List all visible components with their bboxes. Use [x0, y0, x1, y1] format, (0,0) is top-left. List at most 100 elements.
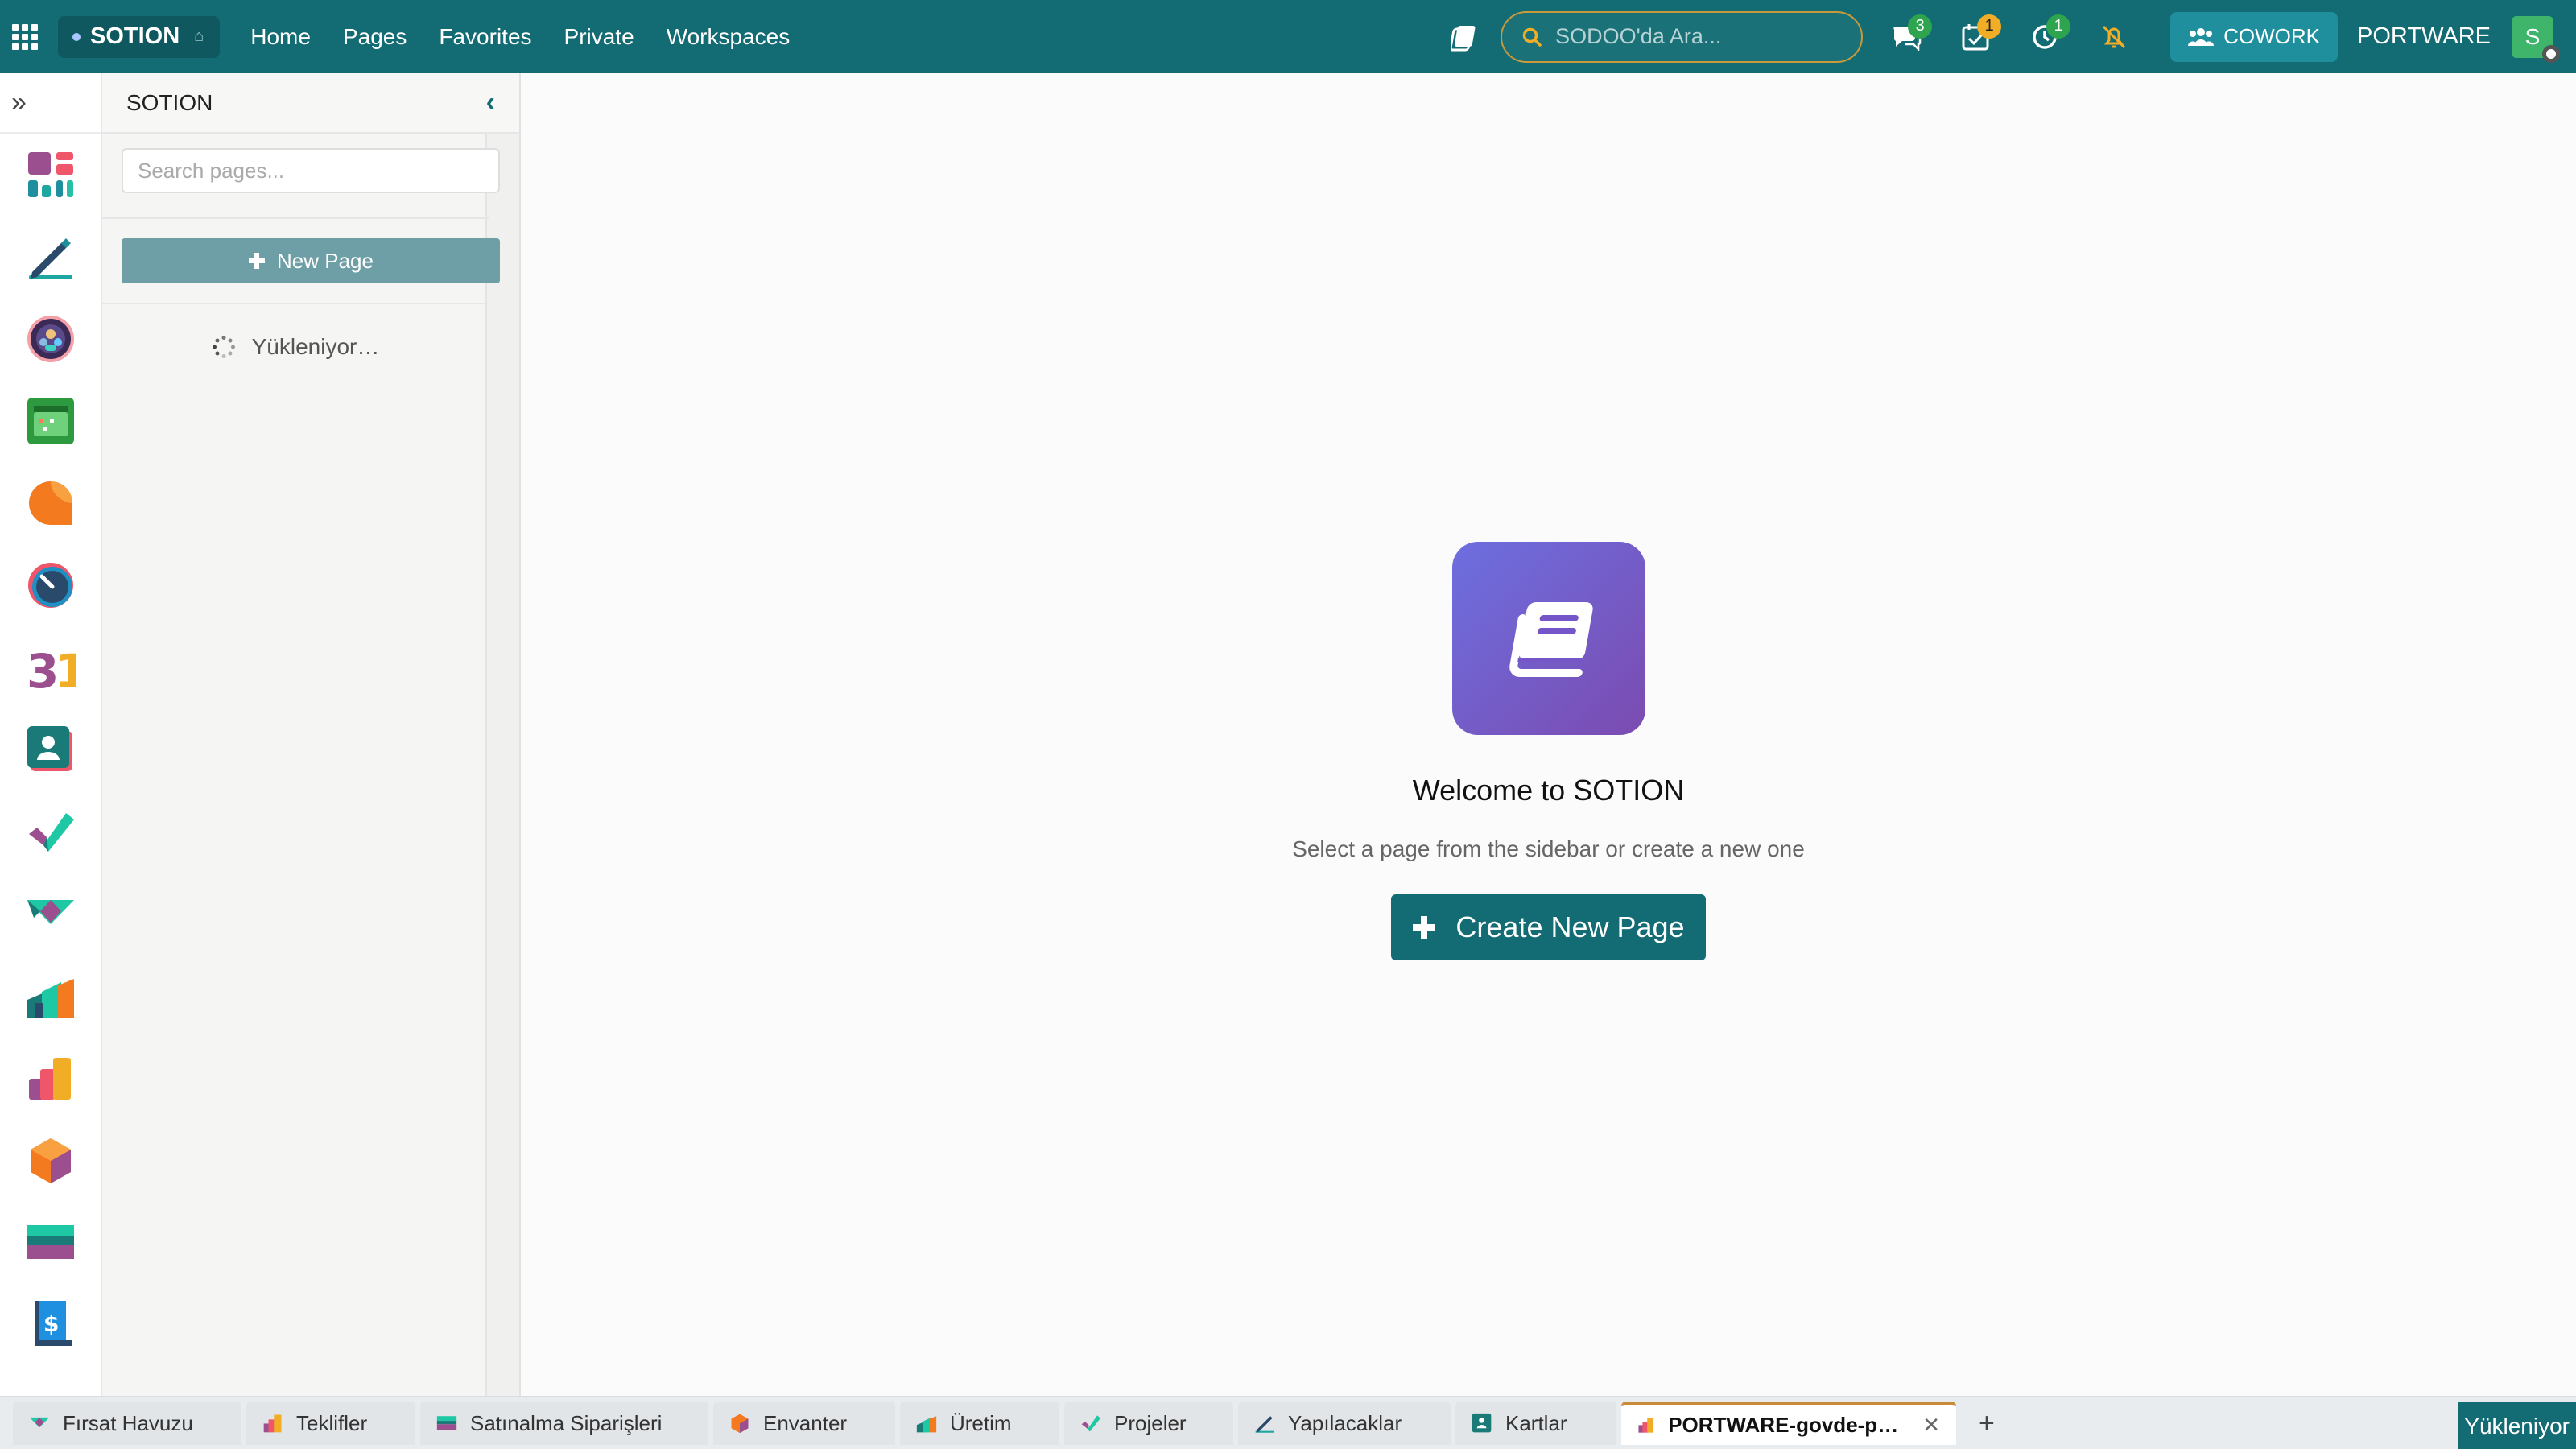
- tab-projeler[interactable]: Projeler: [1064, 1402, 1233, 1445]
- handshake-icon: [29, 1417, 50, 1428]
- hero-book-graphic: [1509, 601, 1593, 677]
- tab-label: Üretim: [950, 1410, 1012, 1435]
- search-pages-input[interactable]: [122, 148, 500, 193]
- main-content: Welcome to SOTION Select a page from the…: [521, 73, 2576, 1396]
- rail-app-invoice[interactable]: $: [0, 1283, 101, 1365]
- bell-slash-icon: [2103, 25, 2126, 48]
- search-placeholder: SODOO'da Ara...: [1555, 24, 1722, 48]
- rail-app-purchase[interactable]: [0, 1201, 101, 1283]
- nav-home[interactable]: Home: [234, 0, 327, 73]
- tab-label: Yapılacaklar: [1288, 1410, 1402, 1435]
- rail-app-contacts[interactable]: [0, 708, 101, 791]
- manufacturing-icon: [27, 979, 74, 1018]
- home-icon: ⌂: [194, 27, 204, 45]
- create-new-page-button[interactable]: Create New Page: [1391, 894, 1706, 960]
- book-icon[interactable]: [1451, 21, 1483, 53]
- spinner-icon: [212, 336, 235, 358]
- company-switcher[interactable]: PORTWARE: [2357, 23, 2491, 50]
- tab-uretim[interactable]: Üretim: [900, 1402, 1059, 1445]
- tab-label: Fırsat Havuzu: [63, 1410, 193, 1435]
- sidebar-actions: New Page: [102, 219, 500, 304]
- tab-teklifler[interactable]: Teklifler: [246, 1402, 415, 1445]
- nav-workspaces[interactable]: Workspaces: [650, 0, 807, 73]
- nav-private[interactable]: Private: [548, 0, 650, 73]
- timer-button[interactable]: 1: [2021, 13, 2071, 61]
- tab-firsat-havuzu[interactable]: Fırsat Havuzu: [13, 1402, 242, 1445]
- svg-text:1: 1: [55, 644, 76, 692]
- speedometer-icon: [27, 563, 73, 608]
- team-icon: [27, 316, 74, 362]
- window-tabbar: Fırsat Havuzu Teklifler Satınalma Sipari…: [0, 1396, 2576, 1449]
- activities-badge: 1: [1977, 14, 2002, 39]
- calendar-31-icon: 3 1: [27, 644, 76, 692]
- purchase-icon: [27, 1225, 74, 1259]
- notifications-button[interactable]: [2090, 13, 2138, 61]
- tab-label: Kartlar: [1505, 1410, 1567, 1435]
- cowork-label: COWORK: [2223, 24, 2321, 48]
- inventory-icon: [731, 1414, 749, 1434]
- tab-label: Projeler: [1114, 1410, 1187, 1435]
- avatar-initial: S: [2524, 23, 2541, 49]
- add-tab-button[interactable]: +: [1979, 1408, 1995, 1439]
- app-menu-button[interactable]: [0, 0, 50, 73]
- invoice-icon: $: [35, 1301, 72, 1346]
- create-new-page-label: Create New Page: [1455, 910, 1685, 943]
- expand-rail-button[interactable]: »: [0, 73, 101, 134]
- nav-favorites[interactable]: Favorites: [423, 0, 547, 73]
- rail-app-inventory[interactable]: [0, 1119, 101, 1201]
- messages-button[interactable]: 3: [1882, 13, 1933, 61]
- rail-app-crm[interactable]: [0, 873, 101, 955]
- collapse-sidebar-icon[interactable]: ‹: [486, 87, 495, 118]
- tab-label: Satınalma Siparişleri: [470, 1410, 663, 1435]
- users-icon: [2188, 27, 2215, 46]
- tab-yapilacaklar[interactable]: Yapılacaklar: [1238, 1402, 1451, 1445]
- global-search[interactable]: SODOO'da Ara...: [1501, 10, 1864, 63]
- tab-envanter[interactable]: Envanter: [713, 1402, 895, 1445]
- messages-badge: 3: [1908, 14, 1933, 39]
- pen-icon: [1255, 1416, 1274, 1433]
- rail-app-manufacturing[interactable]: [0, 955, 101, 1037]
- inventory-icon: [30, 1138, 71, 1183]
- contacts-icon: [27, 726, 72, 771]
- rail-app-calendar-31[interactable]: 3 1: [0, 626, 101, 708]
- rail-app-sales[interactable]: [0, 1037, 101, 1119]
- sales-icon: [263, 1414, 282, 1433]
- activities-button[interactable]: 1: [1951, 13, 2002, 61]
- rail-app-dashboard[interactable]: [0, 134, 101, 216]
- top-bar: SOTION ⌂ Home Pages Favorites Private Wo…: [0, 0, 2576, 73]
- timer-badge: 1: [2046, 14, 2071, 39]
- tab-label: Teklifler: [296, 1410, 368, 1435]
- loading-indicator: Yükleniyor…: [102, 304, 489, 390]
- sidebar-search-wrap: [102, 134, 500, 219]
- rail-app-discuss[interactable]: [0, 462, 101, 544]
- cowork-button[interactable]: COWORK: [2170, 11, 2339, 62]
- rail-app-team[interactable]: [0, 298, 101, 380]
- status-indicator: [2542, 44, 2560, 63]
- rail-app-speed[interactable]: [0, 544, 101, 626]
- sales-icon: [1638, 1418, 1654, 1433]
- app-brand[interactable]: SOTION ⌂: [58, 15, 221, 58]
- nav-pages[interactable]: Pages: [327, 0, 423, 73]
- purchase-icon: [436, 1416, 457, 1430]
- tab-portware-govde[interactable]: PORTWARE-govde-p… ✕: [1621, 1402, 1956, 1445]
- rail-app-notes[interactable]: [0, 216, 101, 298]
- new-page-label: New Page: [277, 248, 374, 273]
- check-icon: [28, 813, 74, 852]
- check-icon: [1081, 1415, 1101, 1432]
- rail-app-projects[interactable]: [0, 791, 101, 873]
- manufacturing-icon: [916, 1416, 937, 1433]
- pen-icon: [28, 238, 72, 279]
- plus-icon: [1413, 915, 1436, 939]
- new-page-button[interactable]: New Page: [122, 238, 500, 283]
- user-avatar[interactable]: S: [2512, 15, 2560, 63]
- book-icon: [1451, 541, 1645, 735]
- tab-kartlar[interactable]: Kartlar: [1455, 1402, 1616, 1445]
- plus-icon: [249, 253, 266, 269]
- rail-app-calendar[interactable]: [0, 380, 101, 462]
- welcome-panel: Welcome to SOTION Select a page from the…: [521, 73, 2576, 1396]
- close-tab-icon[interactable]: ✕: [1922, 1413, 1940, 1438]
- app-name: SOTION: [90, 23, 180, 49]
- handshake-icon: [27, 900, 74, 924]
- brand-dot: [72, 32, 80, 41]
- tab-satinalma-siparisleri[interactable]: Satınalma Siparişleri: [420, 1402, 708, 1445]
